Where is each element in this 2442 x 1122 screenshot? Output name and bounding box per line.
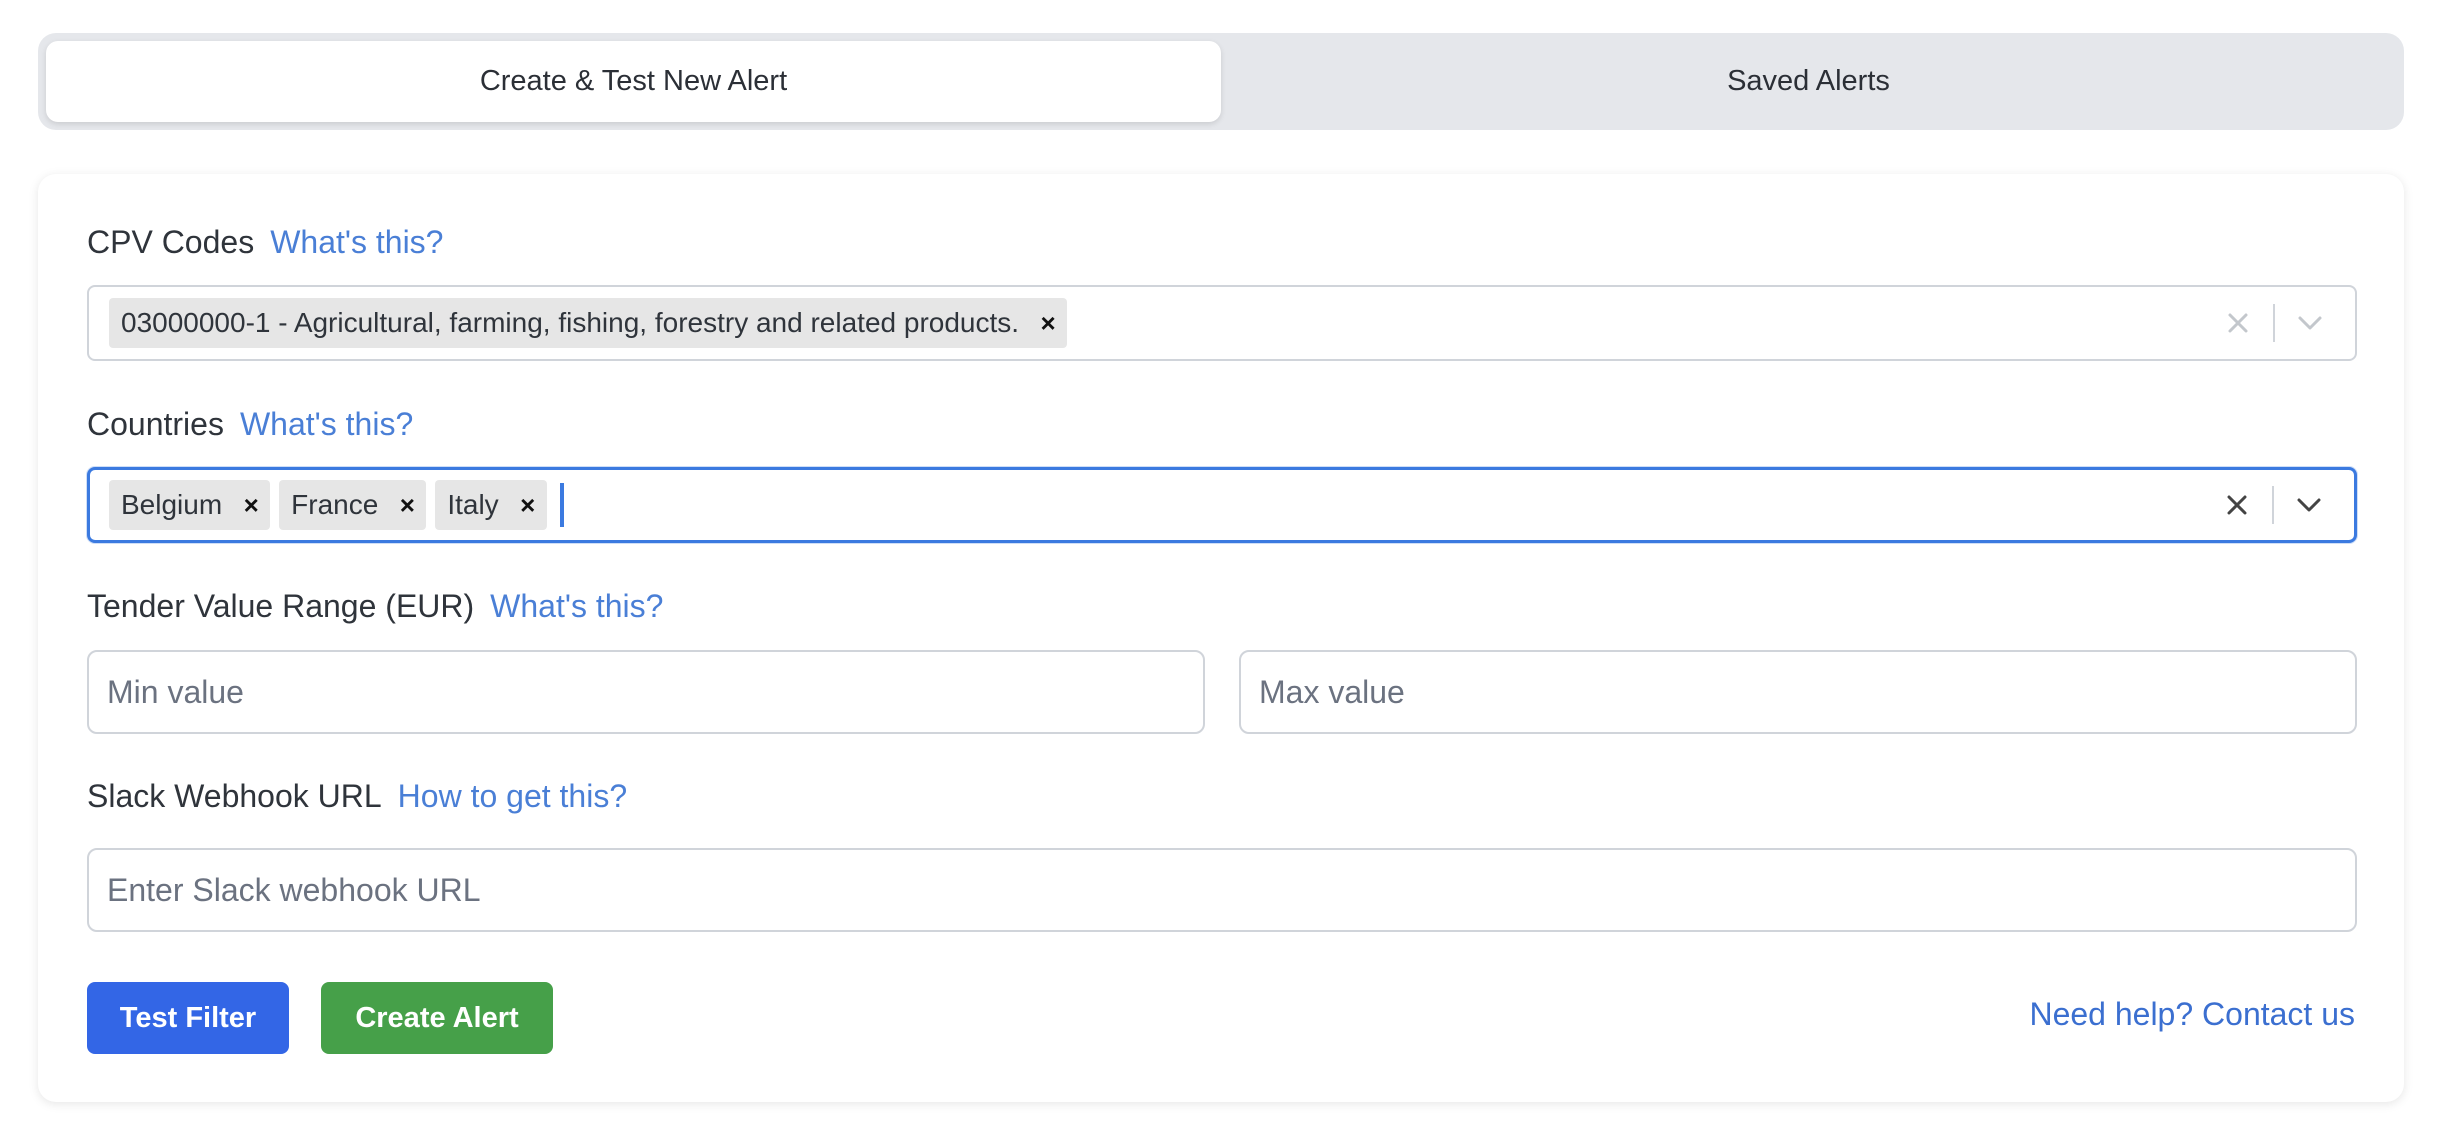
cpv-chip-remove-icon[interactable]: × — [1029, 298, 1067, 348]
alert-app: Create & Test New Alert Saved Alerts CPV… — [0, 0, 2442, 1122]
indicator-separator — [2272, 486, 2274, 524]
cpv-codes-help-link[interactable]: What's this? — [270, 224, 443, 261]
tender-value-label-row: Tender Value Range (EUR) What's this? — [87, 588, 663, 625]
countries-values: Belgium × France × Italy × — [90, 480, 2208, 530]
cpv-chip: 03000000-1 - Agricultural, farming, fish… — [109, 298, 1068, 348]
tender-value-label: Tender Value Range (EUR) — [87, 588, 475, 624]
indicator-separator — [2273, 304, 2275, 342]
contact-us-link[interactable]: Need help? Contact us — [2029, 996, 2355, 1033]
cpv-chip-label: 03000000-1 - Agricultural, farming, fish… — [121, 307, 1020, 338]
cpv-codes-label: CPV Codes — [87, 224, 255, 260]
min-value-input[interactable] — [87, 650, 1205, 734]
countries-help-link[interactable]: What's this? — [240, 406, 413, 443]
chevron-down-icon[interactable] — [2280, 476, 2338, 534]
slack-webhook-label: Slack Webhook URL — [87, 778, 382, 814]
country-chip-belgium: Belgium × — [109, 480, 271, 530]
country-chip-remove-icon[interactable]: × — [232, 480, 270, 530]
country-chip-italy: Italy × — [435, 480, 547, 530]
clear-icon[interactable] — [2208, 476, 2266, 534]
text-cursor[interactable] — [559, 483, 564, 527]
country-chip-label: France — [291, 489, 379, 520]
create-alert-button[interactable]: Create Alert — [321, 982, 553, 1054]
cpv-codes-values: 03000000-1 - Agricultural, farming, fish… — [89, 298, 2209, 348]
countries-indicators — [2208, 470, 2354, 540]
test-filter-button[interactable]: Test Filter — [87, 982, 289, 1054]
country-chip-label: Belgium — [121, 489, 223, 520]
slack-webhook-input[interactable] — [87, 848, 2357, 932]
max-value-input[interactable] — [1239, 650, 2357, 734]
alert-form-card: CPV Codes What's this? 03000000-1 - Agri… — [38, 174, 2404, 1102]
cpv-codes-select[interactable]: 03000000-1 - Agricultural, farming, fish… — [87, 285, 2357, 361]
tender-value-help-link[interactable]: What's this? — [490, 588, 663, 625]
chevron-down-icon[interactable] — [2281, 294, 2339, 352]
cpv-codes-label-row: CPV Codes What's this? — [87, 224, 443, 261]
country-chip-remove-icon[interactable]: × — [509, 480, 547, 530]
tab-bar: Create & Test New Alert Saved Alerts — [38, 33, 2404, 130]
countries-label: Countries — [87, 406, 224, 442]
slack-webhook-label-row: Slack Webhook URL How to get this? — [87, 778, 627, 815]
tab-saved-alerts[interactable]: Saved Alerts — [1221, 41, 2396, 122]
tab-create-test-alert[interactable]: Create & Test New Alert — [46, 41, 1221, 122]
countries-label-row: Countries What's this? — [87, 406, 413, 443]
country-chip-france: France × — [279, 480, 427, 530]
country-chip-remove-icon[interactable]: × — [388, 480, 426, 530]
slack-webhook-help-link[interactable]: How to get this? — [398, 778, 627, 815]
cpv-codes-indicators — [2209, 287, 2355, 359]
clear-icon[interactable] — [2209, 294, 2267, 352]
country-chip-label: Italy — [447, 489, 499, 520]
countries-select[interactable]: Belgium × France × Italy × — [87, 467, 2357, 543]
